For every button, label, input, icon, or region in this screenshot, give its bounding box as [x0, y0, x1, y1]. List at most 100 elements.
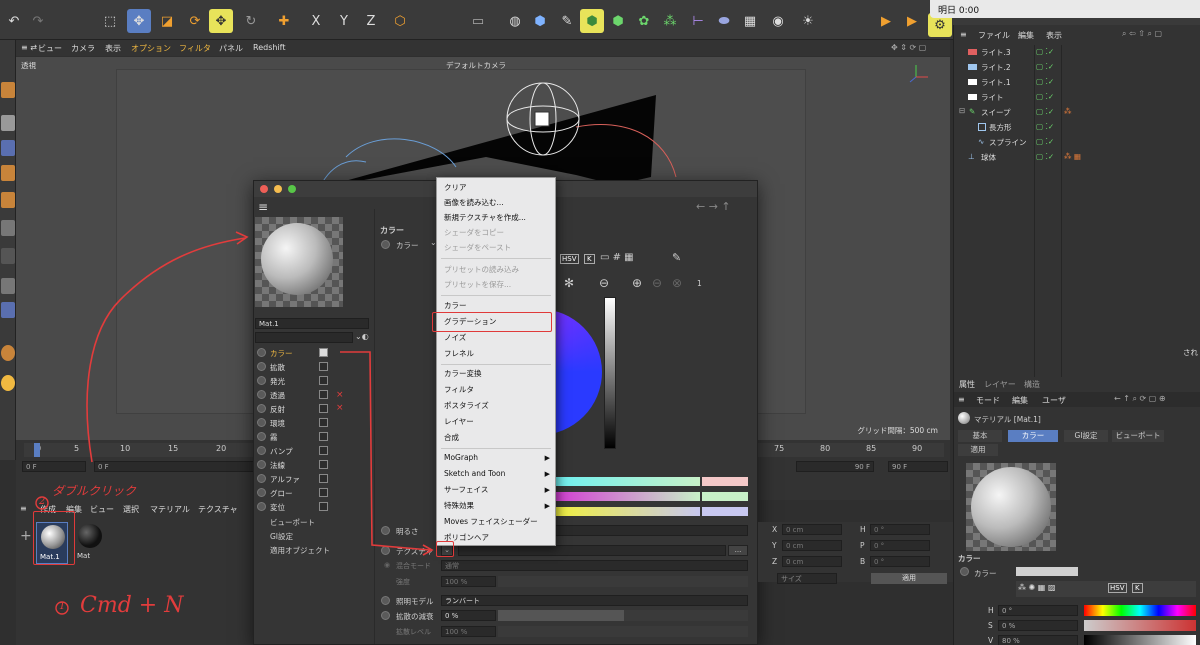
- channel-row[interactable]: 反射: [254, 402, 374, 416]
- hsv-button[interactable]: HSV: [560, 254, 579, 264]
- menu-camera[interactable]: カメラ: [71, 43, 95, 54]
- maximize-icon[interactable]: [288, 185, 296, 193]
- magnet-icon[interactable]: [1, 345, 15, 361]
- cube-icon[interactable]: ⬢: [528, 9, 552, 33]
- channel-row[interactable]: 霧: [254, 430, 374, 444]
- camera-icon[interactable]: ◉: [766, 9, 790, 33]
- attr-menu-user[interactable]: ユーザ: [1042, 395, 1066, 406]
- menu-item-posterize[interactable]: ポスタライズ: [437, 399, 555, 413]
- tab-basic[interactable]: 基本: [958, 430, 1002, 442]
- matmgr-menu-select[interactable]: 選択: [123, 504, 139, 515]
- workplane-icon[interactable]: [1, 278, 15, 294]
- channel-checkbox[interactable]: [319, 348, 328, 357]
- swatch-color[interactable]: [702, 507, 748, 516]
- move-tool-icon[interactable]: ✥: [127, 9, 151, 33]
- objmgr-search-icon[interactable]: ⌕ ⇦ ⇧ ⌕ ▢: [1122, 29, 1162, 39]
- channel-checkbox[interactable]: [319, 404, 328, 413]
- menu-item-layer[interactable]: レイヤー: [437, 415, 555, 429]
- diffuse-level-slider[interactable]: [498, 626, 748, 637]
- apply-button[interactable]: 適用: [871, 573, 947, 584]
- render-view-icon[interactable]: ▶: [874, 9, 898, 33]
- channel-checkbox[interactable]: [319, 446, 328, 455]
- channel-row[interactable]: 法線: [254, 458, 374, 472]
- lock-icon[interactable]: [1, 375, 15, 391]
- object-row[interactable]: ライト.2 ▢ ⁚✓: [954, 61, 1200, 76]
- object-row[interactable]: 長方形 ▢ ⁚✓: [954, 121, 1200, 136]
- channel-row[interactable]: 変位: [254, 500, 374, 514]
- z-axis-icon[interactable]: Z: [359, 9, 383, 33]
- diffuse-level-field[interactable]: 100 %: [441, 626, 496, 637]
- animate-radio[interactable]: [381, 240, 390, 249]
- visibility-check-icon[interactable]: ▢ ⁚✓: [1036, 107, 1054, 116]
- rotate-tool-icon[interactable]: ⟳: [183, 9, 207, 33]
- swatch-gradient[interactable]: [554, 507, 700, 516]
- visibility-check-icon[interactable]: ▢ ⁚✓: [1036, 92, 1054, 101]
- hamburger-icon[interactable]: ≡: [258, 200, 268, 214]
- menu-options[interactable]: オプション: [131, 43, 171, 54]
- dropdown-icon[interactable]: ⌄◐: [355, 332, 369, 341]
- close-icon[interactable]: [260, 185, 268, 193]
- extrude-icon[interactable]: ⬢: [606, 9, 630, 33]
- swatch-color[interactable]: [702, 477, 748, 486]
- scene-icon[interactable]: ▦: [738, 9, 762, 33]
- channel-radio[interactable]: [257, 418, 266, 427]
- menu-item-load-image[interactable]: 画像を読み込む...: [437, 196, 555, 210]
- animate-radio[interactable]: [960, 567, 969, 576]
- eyedropper-icon[interactable]: ✎: [672, 251, 681, 264]
- hue-slider[interactable]: [1084, 605, 1196, 616]
- collapse-icon[interactable]: ⊟: [959, 106, 965, 115]
- undo-icon[interactable]: ↶: [2, 9, 26, 33]
- coord-field[interactable]: 0 °: [870, 556, 930, 567]
- saturation-slider[interactable]: [1084, 620, 1196, 631]
- menu-item-fusion[interactable]: 合成: [437, 431, 555, 445]
- tab-structure[interactable]: 構造: [1024, 379, 1040, 390]
- extra-item-gi[interactable]: GI設定: [270, 531, 293, 542]
- material-swatch[interactable]: Mat: [74, 522, 106, 564]
- blend-mode-select[interactable]: 通常: [441, 560, 748, 571]
- size-select[interactable]: サイズ: [777, 573, 837, 584]
- channel-radio[interactable]: [257, 390, 266, 399]
- start-frame-field[interactable]: 0 F: [22, 461, 86, 472]
- channel-radio[interactable]: [257, 460, 266, 469]
- channel-row[interactable]: グロー: [254, 486, 374, 500]
- swatch-gradient[interactable]: [554, 477, 700, 486]
- objmgr-menu-view[interactable]: 表示: [1046, 30, 1062, 41]
- color-wheel-icon[interactable]: ✻: [564, 276, 574, 290]
- material-name-field[interactable]: Mat.1: [255, 318, 369, 329]
- visibility-check-icon[interactable]: ▢ ⁚✓: [1036, 137, 1054, 146]
- floor-icon[interactable]: ◍: [503, 9, 527, 33]
- animate-radio[interactable]: [381, 596, 390, 605]
- menu-view[interactable]: ビュー: [38, 43, 62, 54]
- channel-radio[interactable]: [257, 432, 266, 441]
- channel-row[interactable]: 拡散: [254, 360, 374, 374]
- color-swatch[interactable]: [1016, 567, 1078, 576]
- animate-radio[interactable]: [381, 546, 390, 555]
- field-icon[interactable]: ⬬: [712, 9, 736, 33]
- visibility-check-icon[interactable]: ▢ ⁚✓: [1036, 152, 1054, 161]
- menu-item-mograph[interactable]: MoGraph ▶: [437, 451, 555, 465]
- add-icon[interactable]: ✚: [272, 9, 296, 33]
- object-row[interactable]: ⊥ 球体 ▢ ⁚✓ ⁂ ▦: [954, 151, 1200, 166]
- render-region-icon[interactable]: ▭: [466, 9, 490, 33]
- remove-swatch-icon[interactable]: ⊖: [652, 276, 662, 290]
- visibility-check-icon[interactable]: ▢ ⁚✓: [1036, 62, 1054, 71]
- diffuse-falloff-field[interactable]: 0 %: [441, 610, 496, 621]
- matmgr-menu-icon[interactable]: ≡: [20, 504, 27, 513]
- menu-item-color[interactable]: カラー: [437, 299, 555, 313]
- menu-item-polygon-hair[interactable]: ポリゴンヘア: [437, 531, 555, 545]
- channel-checkbox[interactable]: [319, 418, 328, 427]
- menu-item-noise[interactable]: ノイズ: [437, 331, 555, 345]
- tab-viewport[interactable]: ビューポート: [1112, 430, 1164, 442]
- diffuse-falloff-slider-track[interactable]: [624, 610, 748, 621]
- visibility-check-icon[interactable]: ▢ ⁚✓: [1036, 122, 1054, 131]
- kelvin-button[interactable]: K: [584, 254, 595, 264]
- attr-menu-mode[interactable]: モード: [976, 395, 1000, 406]
- menu-item-fresnel[interactable]: フレネル: [437, 347, 555, 361]
- subdivision-icon[interactable]: ⬢: [580, 9, 604, 33]
- menu-item-sketch-toon[interactable]: Sketch and Toon ▶: [437, 467, 555, 481]
- attr-menu-edit[interactable]: 編集: [1012, 395, 1028, 406]
- swatch-color[interactable]: [702, 492, 748, 501]
- history-nav-icons[interactable]: ← → ↑: [696, 200, 731, 213]
- x-axis-icon[interactable]: X: [304, 9, 328, 33]
- y-axis-icon[interactable]: Y: [332, 9, 356, 33]
